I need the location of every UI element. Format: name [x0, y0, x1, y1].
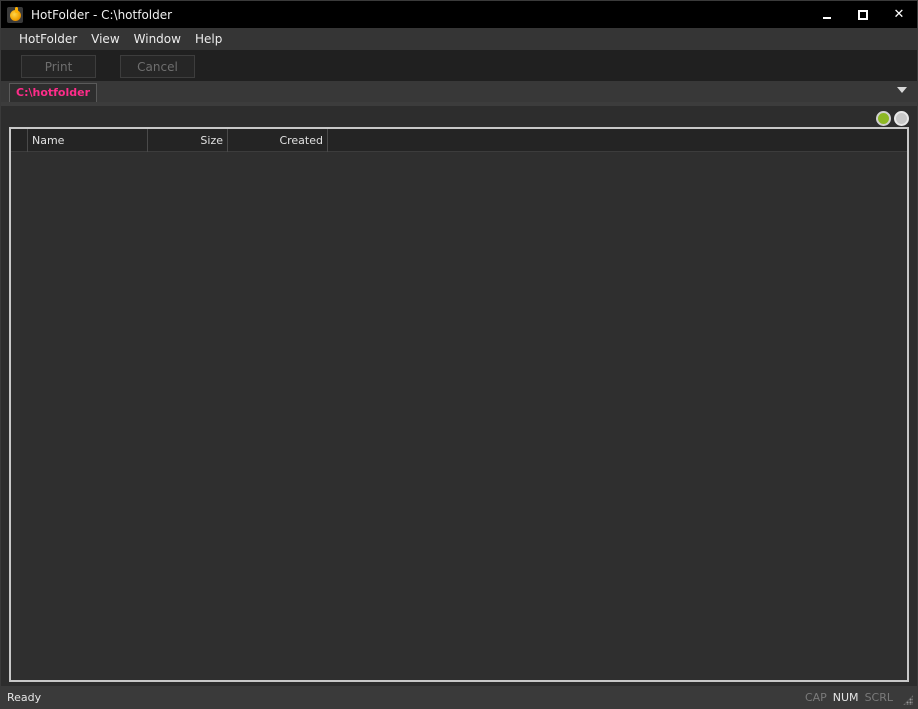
maximize-icon [858, 9, 868, 20]
menu-window[interactable]: Window [127, 28, 188, 50]
list-header: Name Size Created [11, 129, 907, 152]
file-list[interactable]: Name Size Created [9, 127, 909, 682]
app-window: HotFolder - C:\hotfolder ✕ HotFolder Vie… [0, 0, 918, 709]
tab-strip: C:\hotfolder [1, 81, 917, 102]
tab-hotfolder[interactable]: C:\hotfolder [9, 83, 98, 102]
title-bar[interactable]: HotFolder - C:\hotfolder ✕ [1, 1, 917, 28]
close-icon: ✕ [893, 7, 905, 22]
status-text: Ready [7, 690, 42, 704]
column-header-created[interactable]: Created [228, 129, 328, 152]
maximize-button[interactable] [845, 1, 881, 28]
num-lock-indicator: NUM [832, 690, 859, 704]
app-icon[interactable] [7, 6, 23, 23]
window-controls: ✕ [809, 1, 917, 28]
caps-lock-indicator: CAP [804, 690, 827, 704]
resize-grip-icon[interactable] [903, 695, 913, 705]
connection-indicators [876, 111, 909, 126]
minimize-button[interactable] [809, 1, 845, 28]
triangle-down-icon[interactable] [897, 87, 907, 93]
menu-hotfolder[interactable]: HotFolder [12, 28, 84, 50]
column-header-name[interactable]: Name [28, 129, 148, 152]
menu-view[interactable]: View [84, 28, 126, 50]
menu-bar: HotFolder View Window Help [1, 28, 917, 50]
menu-help[interactable]: Help [188, 28, 229, 50]
scroll-lock-indicator: SCRL [864, 690, 893, 704]
status-bar: Ready CAP NUM SCRL [1, 686, 917, 708]
column-header-size[interactable]: Size [148, 129, 228, 152]
column-header-check[interactable] [11, 129, 28, 152]
status-green-icon [876, 111, 891, 126]
minimize-icon [823, 16, 831, 19]
cancel-button[interactable]: Cancel [120, 55, 195, 78]
window-title: HotFolder - C:\hotfolder [31, 7, 173, 22]
content-area: Name Size Created [1, 102, 917, 686]
print-button[interactable]: Print [21, 55, 96, 78]
close-button[interactable]: ✕ [881, 1, 917, 28]
toolbar: Print Cancel [1, 50, 917, 81]
key-indicators: CAP NUM SCRL [805, 686, 893, 708]
status-grey-icon [894, 111, 909, 126]
